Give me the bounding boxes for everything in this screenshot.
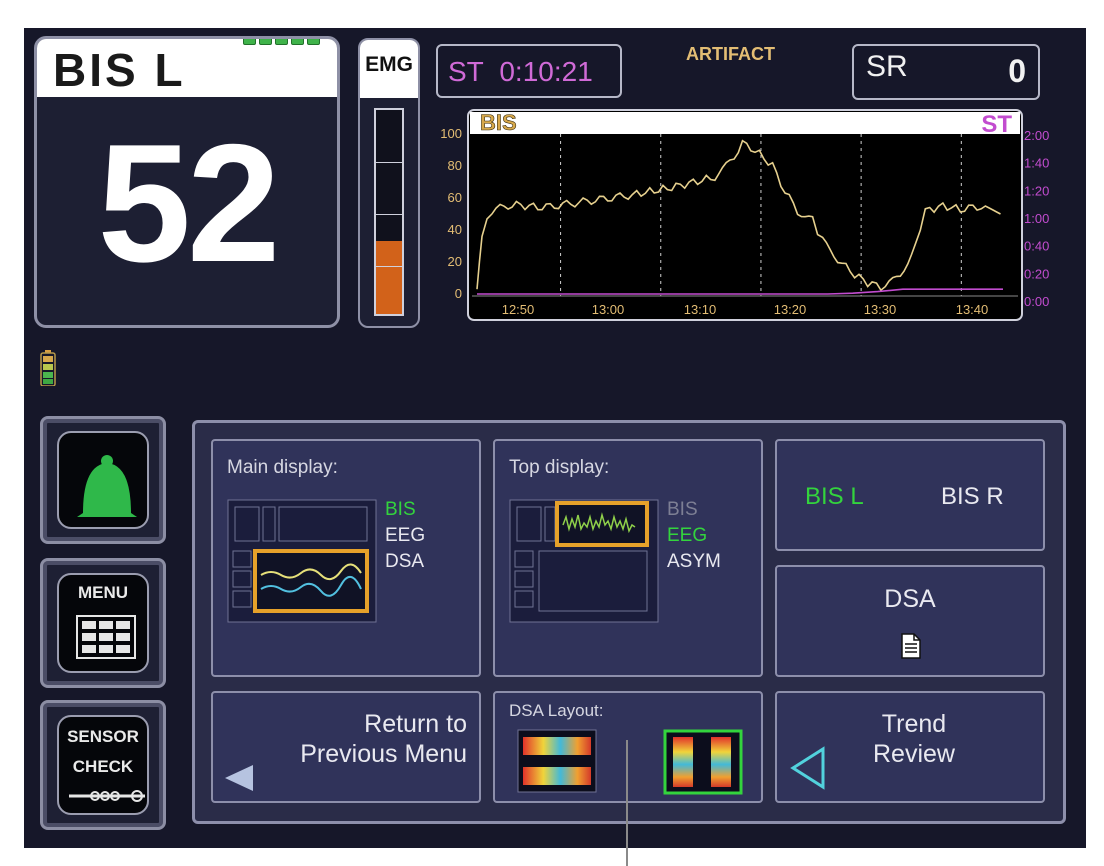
bell-icon (77, 455, 137, 517)
emg-fill (376, 240, 402, 314)
dsa-layout-title: DSA Layout: (509, 701, 604, 720)
y-left-tick-label: 0 (455, 286, 462, 301)
trend-label: Trend Review (849, 709, 979, 769)
main-display-layout-icon (227, 499, 377, 623)
x-tick-label: 12:50 (502, 302, 535, 317)
top-display-layout-icon (509, 499, 659, 623)
y-right-tick-label: 0:40 (1024, 239, 1049, 254)
bis-index-panel: BIS L 52 (34, 36, 340, 328)
y-left-tick-label: 60 (448, 190, 462, 205)
sr-value: 0 (1008, 53, 1026, 89)
bis-trend-chart: BIS ST 100 80 60 40 20 0 2:00 1:40 1:20 1:00 0:40 0:2… (432, 108, 1062, 328)
return-label-line1: Return to (364, 710, 467, 738)
settings-panel: Main display: BIS EEG DSA Top display: B… (192, 420, 1066, 824)
top-display-title: Top display: (509, 457, 610, 478)
y-left-tick-label: 100 (440, 126, 462, 141)
bis-header: BIS L (37, 39, 337, 97)
main-display-title: Main display: (227, 457, 338, 478)
dsa-label: DSA (884, 585, 936, 613)
sensor-button-face: SENSOR CHECK (57, 715, 149, 815)
bis-right-option[interactable]: BIS R (941, 483, 1004, 511)
main-option-bis[interactable]: BIS (385, 499, 416, 521)
callout-line (626, 740, 628, 866)
trend-label-line2: Review (873, 740, 955, 768)
top-option-bis: BIS (667, 499, 698, 520)
return-previous-menu-button[interactable]: Return to Previous Menu (211, 691, 481, 803)
trend-review-button[interactable]: Trend Review (775, 691, 1045, 803)
chart-header (470, 112, 1020, 134)
battery-icon (40, 350, 56, 386)
sensor-strip-icon (69, 790, 145, 802)
dsa-vertical-layout-icon[interactable] (663, 729, 743, 795)
sr-readout: SR 0 (852, 44, 1040, 100)
st-label: ST (448, 56, 484, 87)
x-tick-label: 13:00 (592, 302, 625, 317)
emg-meter-panel: EMG (358, 38, 420, 328)
y-right-tick-label: 1:40 (1024, 156, 1049, 171)
bis-left-option[interactable]: BIS L (805, 483, 864, 511)
menu-label: MENU (77, 583, 129, 602)
alarm-button-face (57, 431, 149, 529)
main-display-tile[interactable]: Main display: BIS EEG DSA (211, 439, 481, 677)
main-option-eeg[interactable]: EEG (385, 525, 425, 547)
y-left-tick-label: 80 (448, 158, 462, 173)
st-time: 0:10:21 (499, 56, 593, 87)
top-option-asym[interactable]: ASYM (667, 551, 721, 573)
return-label-line2: Previous Menu (300, 740, 467, 768)
document-icon (901, 633, 921, 659)
menu-button[interactable]: MENU (40, 558, 166, 688)
emg-bar (374, 108, 404, 316)
return-label: Return to Previous Menu (300, 709, 467, 769)
x-tick-label: 13:20 (774, 302, 807, 317)
chart-right-title: ST (981, 111, 1012, 138)
chart-title: BIS (480, 110, 517, 135)
sr-label: SR (866, 50, 908, 83)
x-tick-label: 13:40 (956, 302, 989, 317)
keypad-icon (76, 615, 136, 659)
top-option-eeg[interactable]: EEG (667, 525, 707, 547)
y-right-tick-label: 0:00 (1024, 294, 1049, 309)
bis-value: 52 (97, 109, 281, 297)
artifact-alert: ARTIFACT (686, 44, 775, 64)
sensor-label-line1: SENSOR (67, 727, 139, 746)
dsa-button[interactable]: DSA (775, 565, 1045, 677)
back-arrow-icon (225, 765, 253, 791)
menu-button-face: MENU (57, 573, 149, 673)
trend-label-line1: Trend (881, 710, 947, 738)
y-left-tick-label: 40 (448, 222, 462, 237)
x-tick-label: 13:10 (684, 302, 717, 317)
trend-arrow-icon (790, 746, 825, 790)
main-option-dsa[interactable]: DSA (385, 551, 424, 573)
y-left-tick-label: 20 (448, 254, 462, 269)
y-right-tick-label: 1:20 (1024, 183, 1049, 198)
dsa-layout-tile: DSA Layout: (493, 691, 763, 803)
y-right-tick-label: 1:00 (1024, 211, 1049, 226)
dsa-horizontal-layout-icon[interactable] (517, 729, 597, 793)
bis-side-title: BIS L (53, 44, 186, 96)
alarm-silence-button[interactable] (40, 416, 166, 544)
top-display-tile[interactable]: Top display: BIS EEG ASYM (493, 439, 763, 677)
sensor-check-button[interactable]: SENSOR CHECK (40, 700, 166, 830)
y-right-tick-label: 2:00 (1024, 128, 1049, 143)
y-right-tick-label: 0:20 (1024, 266, 1049, 281)
sensor-label-line2: CHECK (72, 757, 134, 776)
emg-label: EMG (360, 40, 418, 98)
bis-side-selector[interactable]: BIS L BIS R (775, 439, 1045, 551)
st-timer: ST 0:10:21 (436, 44, 622, 98)
x-tick-label: 13:30 (864, 302, 897, 317)
